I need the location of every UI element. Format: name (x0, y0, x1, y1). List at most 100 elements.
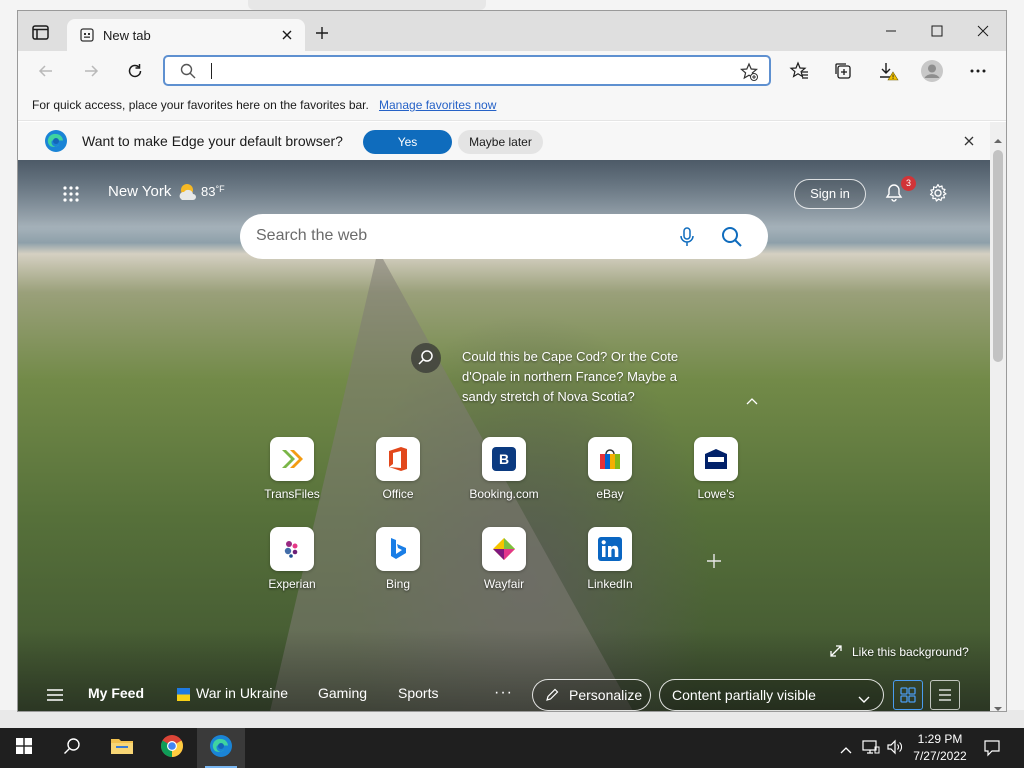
notification-center-icon[interactable] (983, 739, 1001, 762)
scroll-up-arrow-icon[interactable] (994, 132, 1002, 143)
manage-favorites-link[interactable]: Manage favorites now (379, 98, 496, 112)
add-quick-link-icon[interactable] (706, 553, 722, 569)
windows-taskbar: 1:29 PM 7/27/2022 (0, 728, 1024, 768)
add-favorite-star-icon[interactable] (739, 62, 759, 87)
taskbar-chrome[interactable] (148, 728, 196, 768)
minimize-button[interactable] (868, 11, 914, 51)
quick-link-label: Wayfair (483, 577, 525, 591)
default-browser-bar: Want to make Edge your default browser? … (18, 122, 1006, 160)
booking-logo-icon: B (482, 437, 526, 481)
search-icon (63, 737, 81, 760)
quick-link-linkedin[interactable]: LinkedIn (565, 527, 655, 607)
downloads-icon[interactable] (874, 57, 902, 85)
folder-icon (110, 736, 134, 761)
yes-button[interactable]: Yes (363, 130, 452, 154)
edge-logo-icon (44, 129, 68, 153)
tab-new-tab[interactable]: New tab (67, 19, 305, 51)
grid-view-icon[interactable] (893, 680, 923, 710)
like-background-link[interactable]: Like this background? (852, 645, 969, 659)
scroll-down-arrow-icon[interactable] (994, 700, 1002, 711)
quick-link-ebay[interactable]: eBay (565, 437, 655, 517)
windows-logo-icon (16, 737, 32, 759)
weather-city[interactable]: New York (108, 183, 171, 200)
taskbar-search-button[interactable] (48, 728, 96, 768)
quick-link-office[interactable]: Office (353, 437, 443, 517)
start-button[interactable] (0, 728, 48, 768)
quick-link-lowes[interactable]: Lowe's (671, 437, 761, 517)
taskbar-edge[interactable] (197, 728, 245, 768)
menu-hamburger-icon[interactable] (46, 688, 64, 702)
chevron-down-icon (858, 691, 870, 707)
maximize-button[interactable] (914, 11, 960, 51)
close-tab-icon[interactable] (279, 27, 295, 43)
feed-tab-sports[interactable]: Sports (398, 685, 438, 701)
text-cursor (211, 63, 212, 79)
sign-in-button[interactable]: Sign in (794, 179, 866, 209)
more-feed-tabs[interactable]: ··· (494, 684, 513, 702)
image-caption[interactable]: Could this be Cape Cod? Or the Cote d'Op… (462, 347, 702, 407)
quick-link-wayfair[interactable]: Wayfair (459, 527, 549, 607)
feed-tab-gaming[interactable]: Gaming (318, 685, 367, 701)
quick-link-experian[interactable]: Experian (247, 527, 337, 607)
close-window-button[interactable] (960, 11, 1006, 51)
browser-toolbar (18, 51, 1006, 91)
feed-bar: My Feed War in Ukraine Gaming Sports ···… (18, 668, 990, 711)
close-prompt-icon[interactable] (962, 134, 976, 148)
forward-button[interactable] (77, 57, 105, 85)
quick-link-transfiles[interactable]: TransFiles (247, 437, 337, 517)
desktop-window-edge (248, 0, 486, 10)
settings-gear-icon[interactable] (928, 183, 948, 203)
web-search-box[interactable]: Search the web (240, 214, 768, 259)
more-options-icon[interactable] (964, 57, 992, 85)
volume-icon[interactable] (886, 739, 904, 760)
quick-link-label: Lowe's (697, 487, 735, 501)
back-button[interactable] (32, 57, 60, 85)
office-logo-icon (376, 437, 420, 481)
tab-actions-icon[interactable] (30, 23, 52, 43)
taskbar-file-explorer[interactable] (98, 728, 146, 768)
ebay-bag-icon (588, 437, 632, 481)
content-visibility-dropdown[interactable]: Content partially visible (659, 679, 884, 711)
scrollbar-thumb[interactable] (993, 150, 1003, 362)
content-visibility-value: Content partially visible (672, 687, 816, 703)
weather-temperature: 83°F (201, 184, 225, 199)
new-tab-page: New York 83°F Sign in 3 Search the web C… (18, 160, 990, 711)
address-bar[interactable] (163, 55, 771, 86)
collections-icon[interactable] (829, 57, 857, 85)
quick-link-label: Office (382, 487, 414, 501)
clock-time[interactable]: 1:29 PM (912, 732, 968, 746)
tab-bar: New tab (18, 11, 1006, 51)
network-icon[interactable] (862, 739, 880, 760)
edge-icon (209, 734, 233, 763)
list-view-icon[interactable] (930, 680, 960, 710)
microphone-icon[interactable] (676, 226, 698, 248)
search-submit-icon[interactable] (720, 225, 744, 249)
desktop-background-lower (0, 710, 1024, 730)
pencil-icon (545, 688, 559, 705)
expand-arrows-icon[interactable] (829, 644, 843, 658)
quick-link-bing[interactable]: Bing (353, 527, 443, 607)
page-scrollbar[interactable] (990, 122, 1006, 711)
transfiles-logo-icon (270, 437, 314, 481)
chevron-up-icon[interactable] (746, 392, 758, 405)
maybe-later-button[interactable]: Maybe later (458, 130, 543, 154)
show-hidden-icons-chevron-icon[interactable] (840, 741, 852, 759)
personalize-label: Personalize (569, 687, 643, 703)
favorites-icon[interactable] (785, 57, 813, 85)
image-info-icon[interactable] (411, 343, 441, 373)
app-launcher-icon[interactable] (62, 185, 80, 203)
new-tab-plus-icon[interactable] (314, 25, 330, 41)
clock-date[interactable]: 7/27/2022 (908, 749, 972, 763)
quick-link-booking[interactable]: B Booking.com (459, 437, 549, 517)
quick-link-label: Booking.com (469, 487, 539, 501)
quick-link-label: Bing (385, 577, 411, 591)
feed-tab-war-in-ukraine[interactable]: War in Ukraine (196, 685, 288, 701)
refresh-button[interactable] (121, 57, 149, 85)
personalize-button[interactable]: Personalize (532, 679, 651, 711)
lowes-logo-icon (694, 437, 738, 481)
temperature-value: 83 (201, 184, 216, 199)
my-feed-tab[interactable]: My Feed (88, 685, 144, 701)
linkedin-logo-icon (588, 527, 632, 571)
profile-avatar-icon[interactable] (918, 57, 946, 85)
chrome-icon (160, 734, 184, 763)
